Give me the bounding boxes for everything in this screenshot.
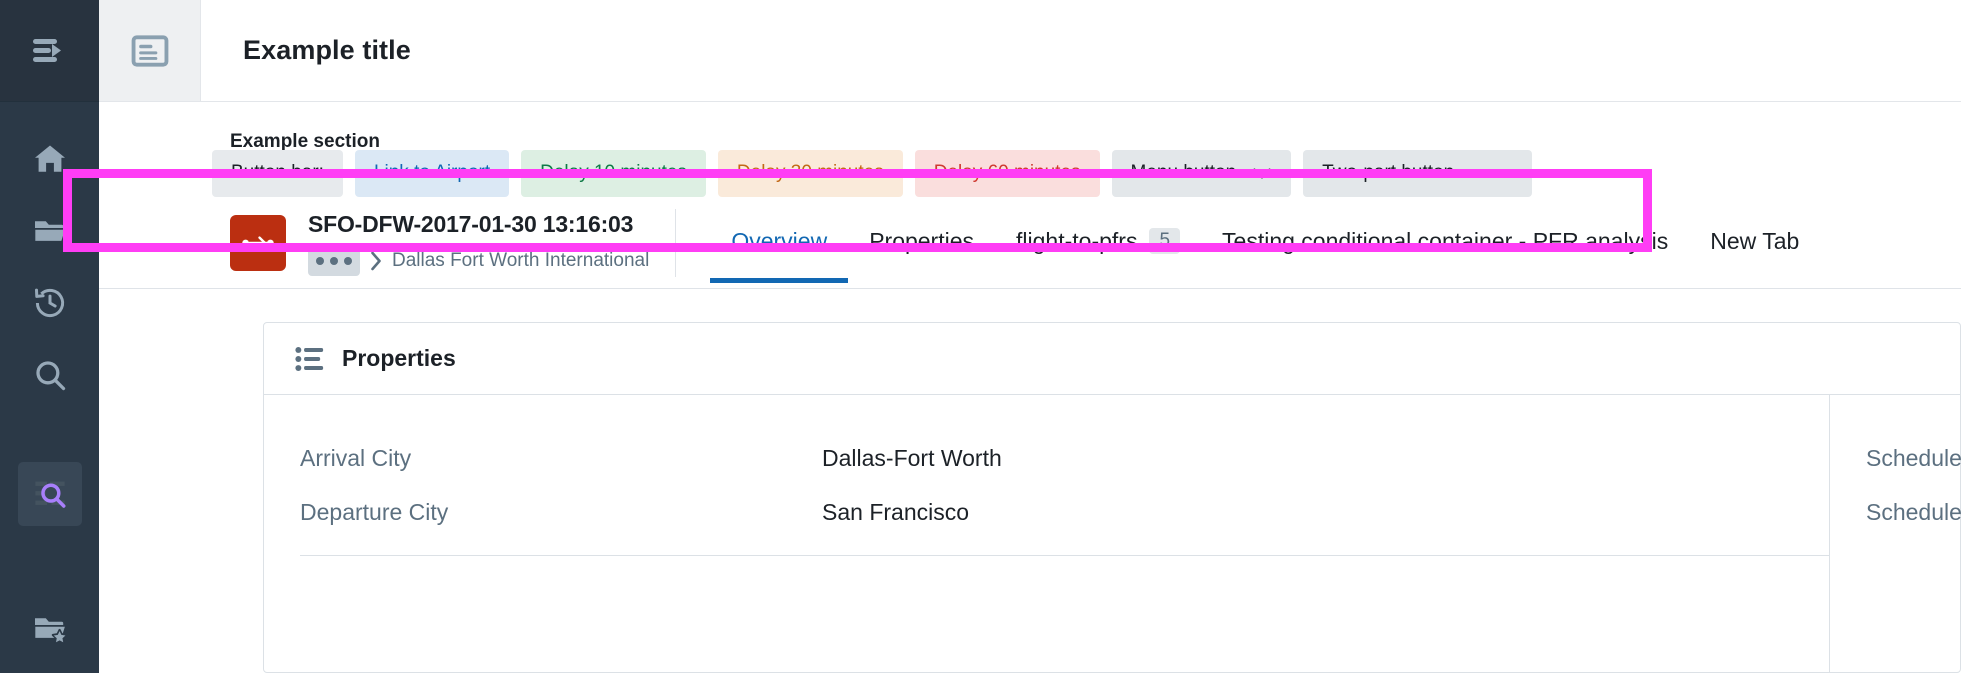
properties-card-body: Arrival City Dallas-Fort Worth Departure…	[264, 395, 1961, 672]
button-bar-region: Button bar: Link to Airport Delay 10 min…	[99, 147, 1961, 199]
folder-star-icon	[32, 610, 68, 646]
sidebar-item-favorites[interactable]	[18, 596, 82, 660]
button-bar-label: Button bar:	[212, 149, 343, 197]
tab-flight-to-pfrs-count: 5	[1149, 227, 1181, 255]
tab-overview-label: Overview	[731, 227, 828, 254]
application-window: Example title Example section Button bar…	[0, 0, 1961, 673]
home-icon	[32, 141, 68, 177]
delay-10-minutes-button[interactable]: Delay 10 minutes	[521, 149, 706, 197]
properties-card-header: Properties	[264, 323, 1960, 395]
history-icon	[32, 285, 68, 321]
property-row: Scheduled Arriv	[1866, 431, 1961, 485]
ellipsis-icon[interactable]	[308, 246, 360, 276]
section-heading: Example section	[230, 131, 380, 152]
folder-icon	[32, 213, 68, 249]
chevron-right-icon	[369, 250, 383, 272]
sidebar-toggle-button[interactable]	[0, 0, 99, 102]
sidebar-item-search[interactable]	[18, 343, 82, 407]
tab-testing-conditional-container[interactable]: Testing conditional container - PFR anal…	[1201, 199, 1689, 283]
property-value: San Francisco	[822, 498, 970, 525]
ellipsis-dot	[344, 257, 352, 265]
delay-30-minutes-label: Delay 30 minutes	[736, 162, 884, 183]
rail-icon-list	[0, 102, 99, 668]
tab-list: Overview Properties flight-to-pfrs 5 Tes…	[676, 199, 1820, 288]
entity-header: SFO-DFW-2017-01-30 13:16:03 Dallas Fort …	[230, 199, 675, 287]
document-search-icon	[30, 475, 70, 513]
flight-route-icon	[241, 233, 275, 253]
triangle-down-icon[interactable]	[1494, 167, 1513, 179]
link-to-airport-button[interactable]: Link to Airport	[354, 149, 510, 197]
two-part-button[interactable]: Two-part button	[1303, 149, 1533, 197]
header-icon-button[interactable]	[99, 0, 201, 101]
avatar	[230, 215, 286, 271]
property-key: Departure City	[300, 498, 449, 525]
sidebar-item-history[interactable]	[18, 271, 82, 335]
delay-10-minutes-label: Delay 10 minutes	[540, 162, 687, 183]
tab-new-tab-label: New Tab	[1710, 227, 1800, 254]
property-key: Arrival City	[300, 444, 412, 471]
tab-properties[interactable]: Properties	[848, 199, 995, 283]
button-bar: Button bar: Link to Airport Delay 10 min…	[212, 149, 1533, 197]
property-value: Dallas-Fort Worth	[822, 444, 1002, 471]
properties-column-right: Scheduled Arriv Scheduled Depa	[1829, 395, 1961, 672]
menu-button-label: Menu button	[1130, 162, 1237, 183]
properties-column-left: Arrival City Dallas-Fort Worth Departure…	[264, 395, 1829, 672]
properties-card-title: Properties	[342, 345, 456, 371]
link-to-airport-label: Link to Airport	[373, 162, 491, 183]
properties-card: Properties Arrival City Dallas-Fort Wort…	[263, 322, 1961, 673]
ellipsis-dot	[316, 257, 324, 265]
property-row: Scheduled Depa	[1866, 485, 1961, 539]
entity-title: SFO-DFW-2017-01-30 13:16:03	[308, 211, 634, 237]
delay-30-minutes-button[interactable]: Delay 30 minutes	[717, 149, 903, 197]
tab-properties-label: Properties	[869, 227, 975, 254]
delay-60-minutes-button[interactable]: Delay 60 minutes	[914, 149, 1100, 197]
tab-new-tab[interactable]: New Tab	[1689, 199, 1820, 283]
entity-text-block: SFO-DFW-2017-01-30 13:16:03 Dallas Fort …	[308, 210, 649, 276]
sidebar-item-folder[interactable]	[18, 199, 82, 263]
page-title: Example title	[243, 35, 411, 65]
breadcrumb: Dallas Fort Worth International	[308, 246, 649, 276]
menu-button[interactable]: Menu button	[1111, 149, 1292, 197]
properties-divider	[300, 555, 1829, 556]
left-navigation-rail	[0, 0, 99, 673]
ellipsis-dot	[330, 257, 338, 265]
properties-list-icon	[295, 346, 325, 372]
property-row: Departure City San Francisco	[300, 485, 1829, 539]
tab-flight-to-pfrs-label: flight-to-pfrs	[1016, 227, 1138, 254]
tab-flight-to-pfrs[interactable]: flight-to-pfrs 5	[995, 199, 1201, 283]
document-card-icon	[129, 30, 171, 72]
delay-60-minutes-label: Delay 60 minutes	[933, 162, 1081, 183]
entity-tab-bar: SFO-DFW-2017-01-30 13:16:03 Dallas Fort …	[99, 199, 1961, 289]
search-icon	[32, 357, 68, 393]
tab-overview[interactable]: Overview	[710, 199, 849, 283]
property-key: Scheduled Arriv	[1866, 444, 1961, 471]
tab-testing-conditional-container-label: Testing conditional container - PFR anal…	[1222, 227, 1669, 254]
content-area: Properties Arrival City Dallas-Fort Wort…	[99, 289, 1961, 673]
sidebar-item-object-explorer[interactable]	[17, 462, 82, 526]
main-region: Example title Example section Button bar…	[63, 0, 1961, 673]
chevron-down-icon	[1252, 167, 1272, 180]
property-key: Scheduled Depa	[1866, 498, 1961, 525]
sidebar-item-home[interactable]	[18, 127, 82, 191]
breadcrumb-label[interactable]: Dallas Fort Worth International	[392, 250, 649, 272]
sidebar-expand-icon	[30, 34, 70, 68]
page-header: Example title	[99, 0, 1961, 102]
property-row: Arrival City Dallas-Fort Worth	[300, 431, 1829, 485]
two-part-button-label: Two-part button	[1322, 162, 1455, 183]
